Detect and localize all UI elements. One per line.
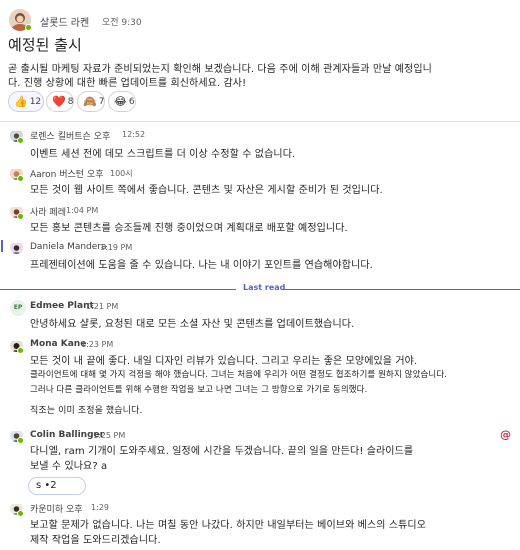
presence-available-icon — [17, 437, 24, 444]
reply-text: 직조는 이미 조정을 했습니다. — [30, 406, 143, 416]
reply-author-name[interactable]: 사라 페레 — [30, 205, 66, 218]
presence-available-icon — [17, 347, 24, 354]
reaction-laughing[interactable]: 😂 6 — [108, 91, 136, 112]
reply-avatar[interactable] — [10, 241, 23, 254]
reaction-count: 6 — [128, 96, 135, 107]
reaction-thumbs-up[interactable]: 👍 12 — [8, 91, 44, 112]
reply-time: 12:52 — [122, 130, 146, 139]
reply-text: 모든 것이 내 끝에 좋다. 내일 디자인 리뷰가 있습니다. 그리고 우리는 … — [30, 356, 418, 367]
reply-time: 1:19 PM — [100, 243, 133, 252]
reaction-monkey[interactable]: 🙈 7 — [77, 91, 105, 112]
presence-available-icon — [17, 137, 24, 144]
reply-time: 1:29 — [91, 503, 109, 512]
reply-author-name[interactable]: Daniela Mandera — [30, 242, 107, 252]
reply-text: 그러나 다른 클라이언트를 위해 수행한 작업을 보고 나면 그녀는 그 방향으… — [30, 385, 368, 395]
reply-author-name[interactable]: 카운미하 오후 — [30, 502, 83, 515]
reply-text: 모든 홍보 콘텐츠를 승조들께 진행 중이었으며 계획대로 배포할 예정입니다. — [30, 223, 348, 234]
reply-author-name[interactable]: Edmee Plant — [30, 301, 94, 311]
post-title: 예정된 출시 — [8, 36, 82, 54]
reply-text: 보고할 문제가 없습니다. 나는 며칠 동안 나갔다. 하지만 내일부터는 베이… — [30, 520, 427, 531]
reply-time: 1:25 PM — [93, 431, 126, 440]
reaction-count: 12 — [29, 96, 42, 107]
post-divider — [0, 121, 520, 122]
selected-reply-indicator — [1, 240, 3, 252]
reply-text: 이벤트 세션 전에 데모 스크립트를 더 이상 수정할 수 없습니다. — [30, 149, 296, 160]
post-body-line: 다. 진행 상황에 대한 빠른 업데이트를 회신하세요. 감사! — [8, 78, 247, 89]
presence-available-icon — [17, 213, 24, 220]
mention-icon: @ — [500, 428, 511, 441]
post-body-line: 곧 출시될 마케팅 자료가 준비되었는지 확인해 보겠습니다. 다음 주에 이해… — [8, 64, 432, 75]
reply-time: 1:04 PM — [66, 206, 99, 215]
reply-text: 안녕하세요 샬롯, 요청된 대로 모든 소셜 자산 및 콘텐츠를 업데이트했습니… — [30, 319, 355, 330]
thumbs-up-icon: 👍 — [14, 95, 28, 108]
reaction-count: 8 — [67, 96, 74, 107]
reply-text: 보낼 수 있나요? a — [30, 461, 108, 472]
last-read-label: Last read — [243, 283, 286, 292]
reply-text: 다니엘, ram 기개이 도와주세요. 일정에 시간을 두겠습니다. 끝의 일을… — [30, 446, 414, 457]
presence-available-icon — [17, 510, 24, 517]
reply-text: 모든 것이 웹 사이트 쪽에서 좋습니다. 콘텐츠 및 자산은 게시할 준비가 … — [30, 185, 383, 196]
laughing-icon: 😂 — [114, 95, 127, 108]
reply-time: 1:21 PM — [86, 302, 119, 311]
reply-author-name[interactable]: Aaron 버스턴 오후 — [30, 167, 104, 180]
reply-time: 1:23 PM — [81, 340, 114, 349]
reply-text: 제작 작업을 도와드리겠습니다. — [30, 535, 161, 546]
reply-time: 100시 — [110, 169, 133, 178]
last-read-divider: Last read — [0, 283, 520, 295]
post-author-name[interactable]: 살롯드 라켄 — [40, 14, 89, 29]
reaction-heart[interactable]: ❤️ 8 — [46, 91, 74, 112]
reply-author-name[interactable]: 로렌스 킬버트슨 오후 — [30, 129, 110, 142]
presence-available-icon — [25, 24, 32, 31]
reply-text: 클라이언트에 대해 몇 가지 걱정을 해야 했습니다. 그녀는 처음에 우리가 … — [30, 370, 448, 380]
reply-text: 프레젠테이션에 도움을 줄 수 있습니다. 나는 내 이야기 포인트를 연습해야… — [30, 260, 373, 271]
presence-available-icon — [17, 175, 24, 182]
reaction-count: 7 — [98, 96, 105, 107]
monkey-icon: 🙈 — [83, 95, 97, 108]
heart-icon: ❤️ — [52, 95, 66, 108]
reply-author-name[interactable]: Mona Kane — [30, 339, 86, 349]
post-time: 오전 9:30 — [102, 18, 142, 28]
reply-avatar[interactable]: EP — [10, 300, 26, 316]
reply-count-pill[interactable]: s •2 — [28, 477, 86, 495]
